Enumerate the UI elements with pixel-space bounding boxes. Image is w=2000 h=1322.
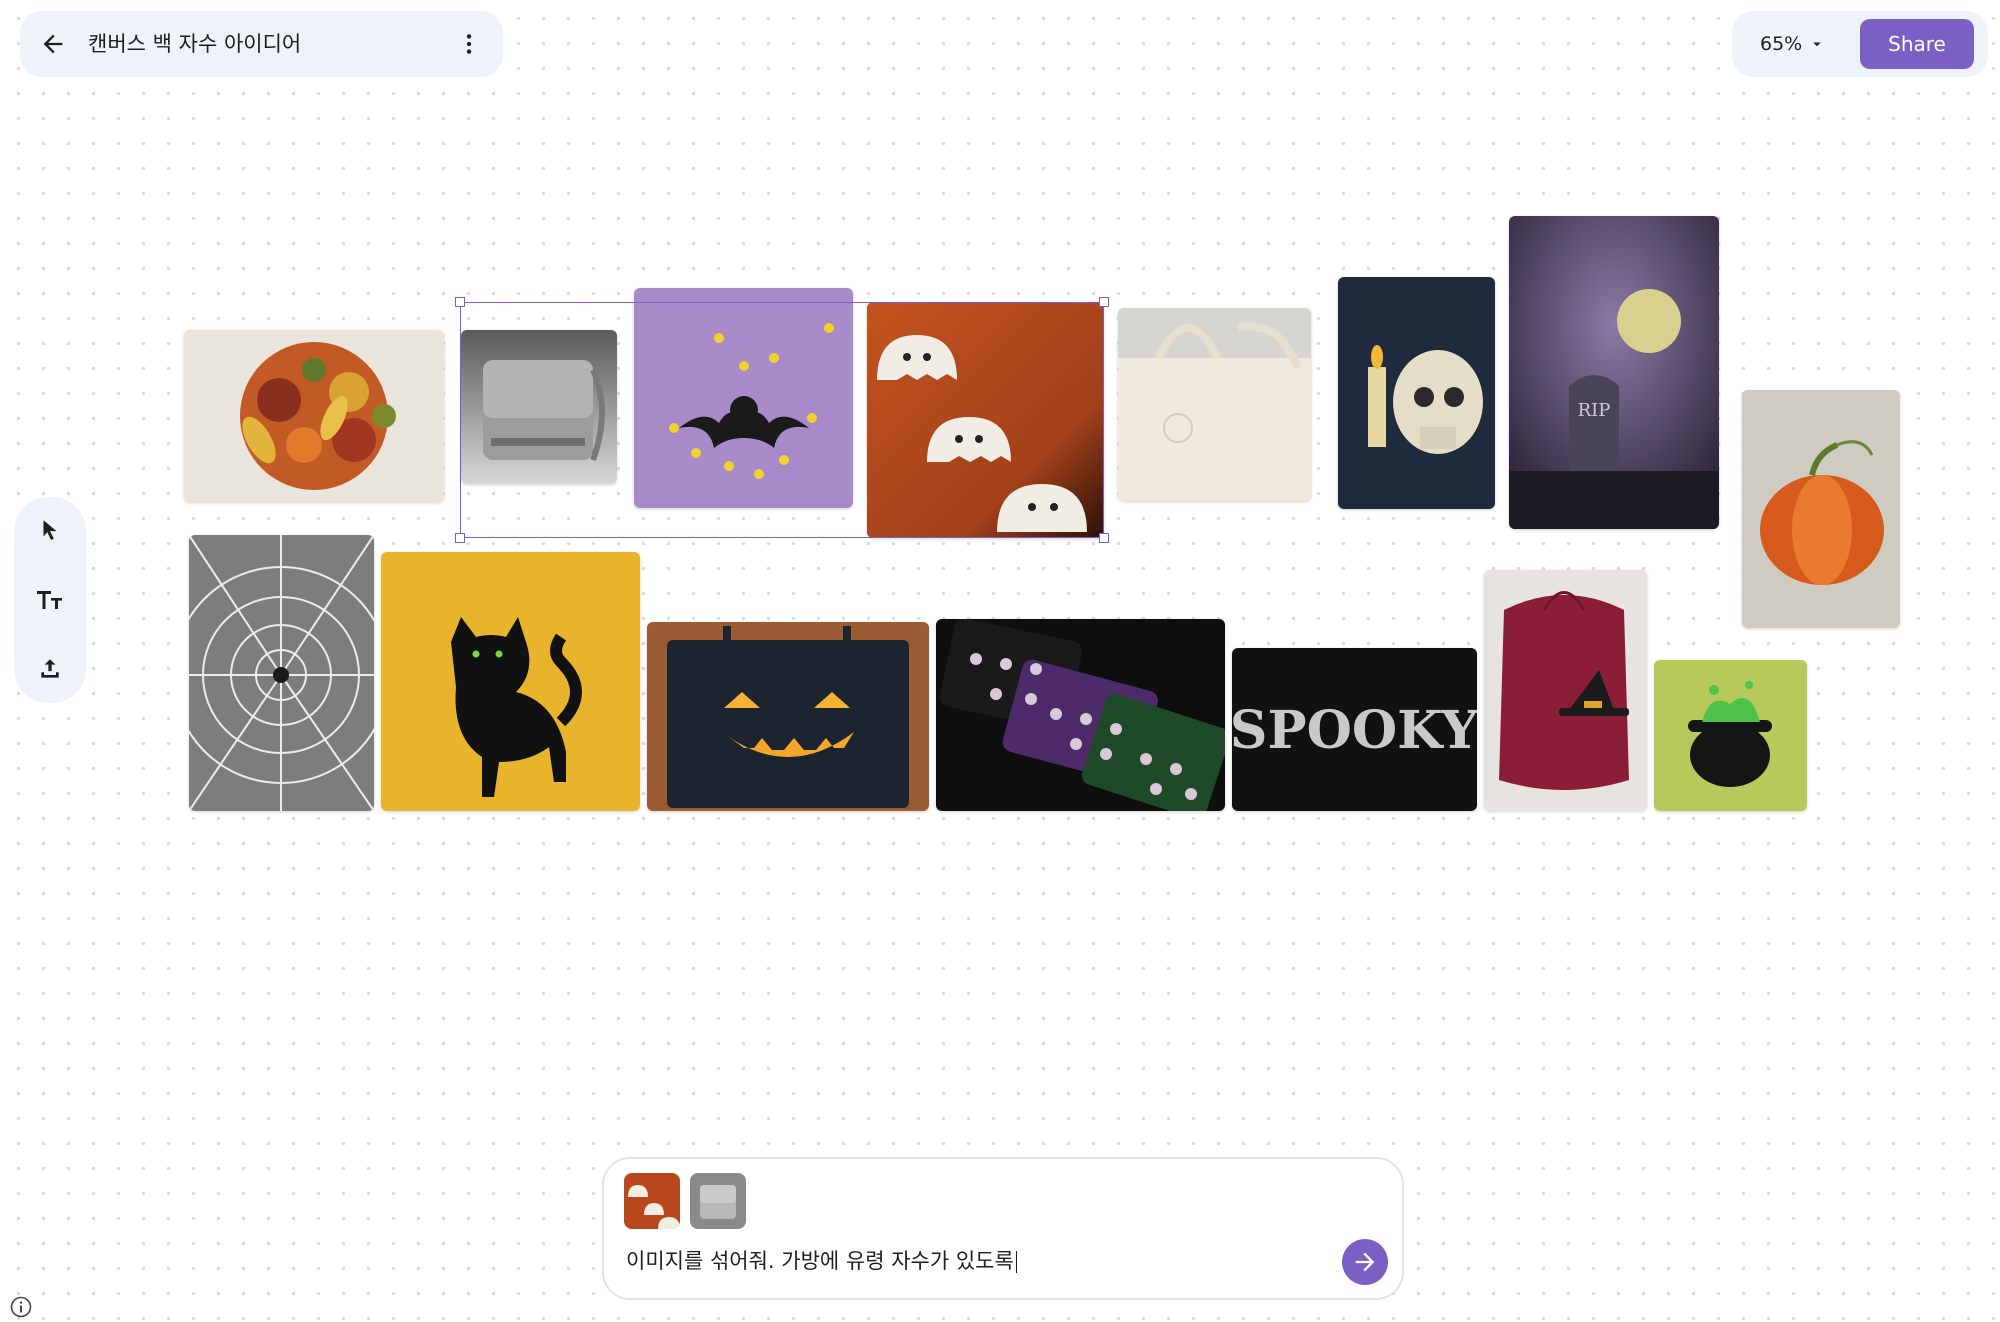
text-tool-icon	[37, 591, 62, 609]
image-witch-cauldron[interactable]	[1654, 660, 1807, 811]
image-ghosts-on-orange[interactable]	[867, 302, 1104, 538]
image-skull-candle[interactable]	[1338, 277, 1495, 509]
more-options-button[interactable]	[450, 25, 488, 63]
share-button[interactable]: Share	[1860, 19, 1974, 69]
select-tool-button[interactable]	[28, 508, 72, 552]
image-grey-messenger-bag[interactable]	[461, 330, 617, 484]
image-spooky-lettering[interactable]: SPOOKY	[1232, 648, 1477, 811]
image-spider-web[interactable]	[189, 535, 374, 811]
image-cream-tote-skull[interactable]	[1118, 308, 1311, 501]
tombstone-text: RIP	[1578, 400, 1611, 421]
zoom-level: 65%	[1760, 33, 1803, 55]
board-title[interactable]: 캔버스 백 자수 아이디어	[88, 25, 301, 63]
upload-icon	[41, 659, 59, 678]
upload-button[interactable]	[28, 647, 72, 691]
resize-handle-top-left[interactable]	[455, 297, 465, 307]
more-vert-icon	[466, 34, 472, 54]
send-button[interactable]	[1342, 1239, 1388, 1285]
arrow-forward-icon	[1355, 1252, 1375, 1272]
arrow-back-icon	[43, 34, 63, 54]
resize-handle-bottom-left[interactable]	[455, 533, 465, 543]
dropdown-arrow-icon	[1813, 42, 1821, 47]
image-autumn-harvest[interactable]	[184, 330, 444, 502]
spooky-text: SPOOKY	[1232, 700, 1477, 761]
info-icon	[10, 1296, 32, 1318]
prompt-input[interactable]: 이미지를 섞어줘. 가방에 유령 자수가 있도록	[626, 1243, 1326, 1281]
image-burgundy-drawstring-bag[interactable]	[1484, 570, 1647, 811]
attached-image-bag[interactable]	[690, 1173, 746, 1229]
image-pumpkin[interactable]	[1742, 390, 1900, 628]
back-button[interactable]	[34, 25, 72, 63]
image-pumpkin-tote[interactable]	[647, 622, 929, 811]
info-button[interactable]	[8, 1294, 34, 1320]
select-cursor-icon	[43, 520, 57, 540]
zoom-dropdown[interactable]: 65%	[1760, 25, 1826, 63]
image-bat-with-stars[interactable]	[634, 288, 853, 508]
attached-image-ghosts[interactable]	[624, 1173, 680, 1229]
prompt-text: 이미지를 섞어줘. 가방에 유령 자수가 있도록	[626, 1249, 1014, 1273]
image-graveyard-moon[interactable]: RIP	[1509, 216, 1719, 529]
text-tool-button[interactable]	[28, 578, 72, 622]
image-black-cat[interactable]	[381, 552, 640, 811]
text-caret	[1015, 1251, 1018, 1273]
image-eyeball-pouches[interactable]	[936, 619, 1225, 811]
